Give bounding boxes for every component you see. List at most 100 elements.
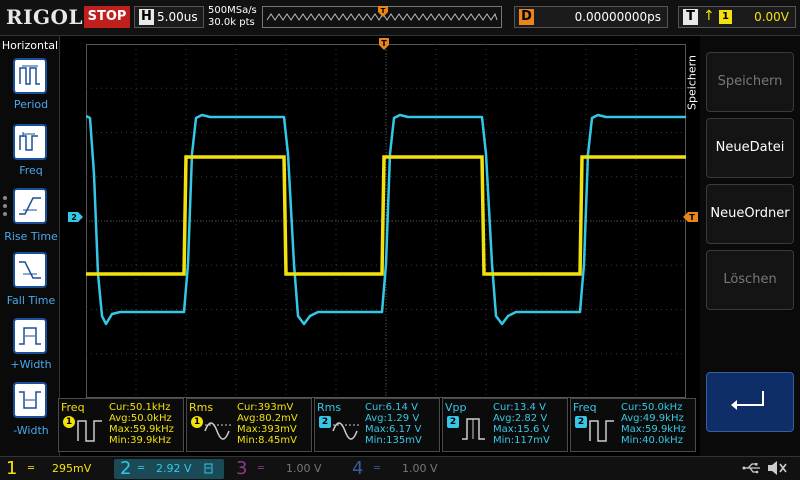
measure-positive-width-label: +Width <box>10 358 52 371</box>
measurement-channel: 2 <box>447 416 459 428</box>
measurement-maximum: Max:59.9kHz <box>109 424 174 435</box>
measurement-freq-ch2[interactable]: Freq 2 Cur:50.0kHz Avg:49.9kHz Max:59.9k… <box>570 398 696 452</box>
channel-2-number: 2 <box>120 458 132 479</box>
channel-3-indicator[interactable]: 3 ═ 1.00 V <box>236 459 336 479</box>
measurement-rms-ch2[interactable]: Rms 2 Cur:6.14 V Avg:1.29 V Max:6.17 V M… <box>314 398 440 452</box>
delay-value: 0.00000000ps <box>574 10 661 24</box>
enter-button[interactable] <box>706 372 794 432</box>
trigger-position-marker-top-icon: T <box>378 6 388 17</box>
measurement-average: Avg:2.82 V <box>493 413 548 424</box>
trigger-source: 1 <box>719 10 732 24</box>
channel-3-coupling-icon: ═ <box>258 463 265 474</box>
waveform-display[interactable] <box>85 44 686 398</box>
measure-frequency-button[interactable] <box>13 124 47 160</box>
measurement-current: Cur:13.4 V <box>493 402 546 413</box>
frequency-icon <box>589 420 614 442</box>
channel-3-number: 3 <box>236 458 248 479</box>
memory-waveform-overview: T <box>262 6 502 28</box>
channel-1-indicator[interactable]: 1 ═ 295mV <box>6 459 106 479</box>
speaker-muted-icon[interactable] <box>766 460 788 476</box>
vpp-icon <box>462 418 485 440</box>
measurement-minimum: Min:135mV <box>365 435 422 446</box>
new-folder-button[interactable]: NeueOrdner <box>706 184 794 244</box>
measurement-average: Avg:50.0kHz <box>109 413 172 424</box>
channel-2-scale: 2.92 V <box>156 462 192 475</box>
channel-4-indicator[interactable]: 4 ═ 1.00 V <box>352 459 452 479</box>
channel-2-coupling-icon: ═ <box>138 463 145 474</box>
negative-width-icon <box>19 391 41 409</box>
measurement-minimum: Min:117mV <box>493 435 550 446</box>
channel-2-indicator[interactable]: 2 ═ 2.92 V <box>114 459 224 479</box>
channel-2-offset-marker[interactable]: 2 <box>68 212 83 222</box>
measure-frequency-label: Freq <box>19 164 43 177</box>
channel-1-coupling-icon: ═ <box>28 463 35 474</box>
measure-fall-time-button[interactable] <box>13 252 47 288</box>
measure-positive-width-button[interactable] <box>13 318 47 354</box>
channel-bar: 1 ═ 295mV 2 ═ 2.92 V 3 ═ 1.00 V 4 ═ 1.00… <box>0 456 800 480</box>
rise-time-icon <box>19 197 41 215</box>
measurement-minimum: Min:8.45mV <box>237 435 297 446</box>
measurement-average: Avg:1.29 V <box>365 413 420 424</box>
timebase-letter: H <box>139 9 154 25</box>
svg-text:T: T <box>689 213 695 222</box>
measurement-current: Cur:50.0kHz <box>621 402 683 413</box>
measure-negative-width-label: -Width <box>13 424 49 437</box>
channel-4-coupling-icon: ═ <box>374 463 381 474</box>
svg-text:T: T <box>381 7 386 15</box>
frequency-icon <box>77 420 102 442</box>
measure-period-label: Period <box>13 98 49 111</box>
measure-rise-time-button[interactable] <box>13 188 47 224</box>
usb-icon <box>742 463 760 474</box>
rising-edge-icon: ↑ <box>703 8 715 24</box>
measurement-vpp-ch2[interactable]: Vpp 2 Cur:13.4 V Avg:2.82 V Max:15.6 V M… <box>442 398 568 452</box>
measurement-current: Cur:50.1kHz <box>109 402 171 413</box>
measurement-average: Avg:80.2mV <box>237 413 298 424</box>
run-stop-indicator[interactable]: STOP <box>84 6 130 28</box>
save-menu-title: Speichern <box>684 36 700 136</box>
rigol-logo: RIGOL <box>6 5 84 29</box>
measurement-maximum: Max:393mV <box>237 424 297 435</box>
measurement-minimum: Min:39.9kHz <box>109 435 171 446</box>
save-button[interactable]: Speichern <box>706 52 794 112</box>
rms-icon <box>332 422 359 440</box>
period-icon <box>19 65 40 85</box>
sample-rate: 500MSa/s <box>208 5 257 16</box>
horizontal-timebase[interactable]: H 5.00us <box>134 6 204 28</box>
trigger-status[interactable]: T ↑ 1 0.00V <box>678 6 796 28</box>
svg-text:2: 2 <box>71 213 77 222</box>
new-file-button[interactable]: NeueDatei <box>706 118 794 178</box>
save-menu-title-text: Speichern <box>685 55 699 110</box>
measurement-channel: 1 <box>191 416 203 428</box>
channel-1-scale: 295mV <box>52 462 92 475</box>
measurement-maximum: Max:59.9kHz <box>621 424 686 435</box>
measurement-rms-ch1[interactable]: Rms 1 Cur:393mV Avg:80.2mV Max:393mV Min… <box>186 398 312 452</box>
bandwidth-limit-icon <box>204 463 213 474</box>
delay-letter: D <box>519 9 534 25</box>
channel-1-number: 1 <box>6 458 18 479</box>
measurement-channel: 1 <box>63 416 75 428</box>
menu-title: Horizontal <box>1 39 59 52</box>
measurement-maximum: Max:15.6 V <box>493 424 550 435</box>
measurement-current: Cur:393mV <box>237 402 294 413</box>
measurement-freq-ch1[interactable]: Freq 1 Cur:50.1kHz Avg:50.0kHz Max:59.9k… <box>58 398 184 452</box>
channel-4-scale: 1.00 V <box>402 462 438 475</box>
measurement-minimum: Min:40.0kHz <box>621 435 683 446</box>
rms-icon <box>204 422 231 440</box>
delete-button[interactable]: Löschen <box>706 250 794 310</box>
timebase-value: 5.00us <box>157 10 198 24</box>
measure-rise-time-label: Rise Time <box>4 230 58 243</box>
frequency-icon <box>19 132 38 151</box>
measure-period-button[interactable] <box>13 58 47 94</box>
graticule <box>85 44 686 398</box>
measurement-channel: 2 <box>575 416 587 428</box>
memory-depth: 30.0k pts <box>208 17 255 28</box>
measure-fall-time-label: Fall Time <box>6 294 56 307</box>
channel-3-scale: 1.00 V <box>286 462 322 475</box>
channel-4-number: 4 <box>352 458 364 479</box>
measure-negative-width-button[interactable] <box>13 382 47 418</box>
measurement-maximum: Max:6.17 V <box>365 424 422 435</box>
horizontal-delay[interactable]: D 0.00000000ps <box>514 6 668 28</box>
trigger-letter: T <box>683 9 698 25</box>
status-bar: RIGOL STOP H 5.00us 500MSa/s 30.0k pts T… <box>0 0 800 36</box>
positive-width-icon <box>19 327 41 345</box>
